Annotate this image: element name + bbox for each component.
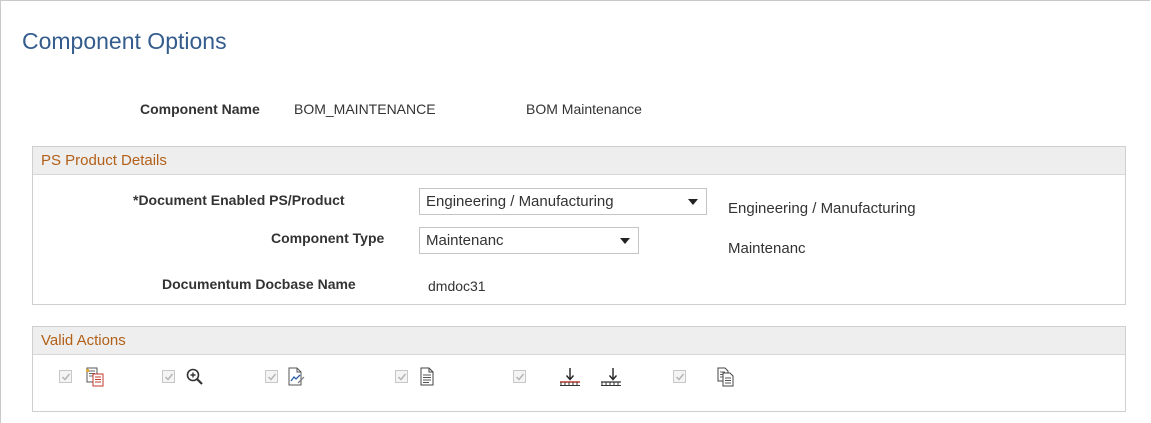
page-title: Component Options xyxy=(22,28,227,54)
ps-product-details-header: PS Product Details xyxy=(33,147,1125,175)
valid-actions-row xyxy=(33,354,1125,412)
document-red-list-icon xyxy=(85,367,105,392)
document-enabled-select[interactable]: Engineering / Manufacturing xyxy=(419,188,707,215)
action-checkbox[interactable] xyxy=(265,370,278,383)
document-icon xyxy=(417,367,437,392)
action-checkbox[interactable] xyxy=(59,370,72,383)
copy-documents-icon xyxy=(716,367,736,392)
component-description: BOM Maintenance xyxy=(526,101,642,117)
valid-actions-group: Valid Actions xyxy=(32,326,1126,412)
component-type-description: Maintenanc xyxy=(728,240,806,257)
component-name-value: BOM_MAINTENANCE xyxy=(294,101,436,117)
download-to-ruler-icon xyxy=(558,367,582,392)
component-type-label: Component Type xyxy=(271,230,385,246)
action-checkbox[interactable] xyxy=(395,370,408,383)
action-checkbox[interactable] xyxy=(162,370,175,383)
document-enabled-label: *Document Enabled PS/Product xyxy=(133,192,345,208)
docbase-name-label: Documentum Docbase Name xyxy=(162,276,356,292)
docbase-name-value: dmdoc31 xyxy=(428,278,486,294)
component-name-label: Component Name xyxy=(140,101,260,117)
component-type-select[interactable]: Maintenanc xyxy=(419,227,639,254)
document-enabled-selected: Engineering / Manufacturing xyxy=(426,193,614,210)
magnify-plus-icon xyxy=(185,367,205,392)
component-type-selected: Maintenanc xyxy=(426,232,504,249)
valid-actions-header: Valid Actions xyxy=(33,327,1125,355)
download-to-ruler-icon xyxy=(599,367,623,392)
document-enabled-description: Engineering / Manufacturing xyxy=(728,200,916,217)
action-checkbox[interactable] xyxy=(513,370,526,383)
action-checkbox[interactable] xyxy=(673,370,686,383)
document-chart-icon xyxy=(286,367,306,392)
chevron-down-icon xyxy=(620,238,630,244)
chevron-down-icon xyxy=(688,199,698,205)
